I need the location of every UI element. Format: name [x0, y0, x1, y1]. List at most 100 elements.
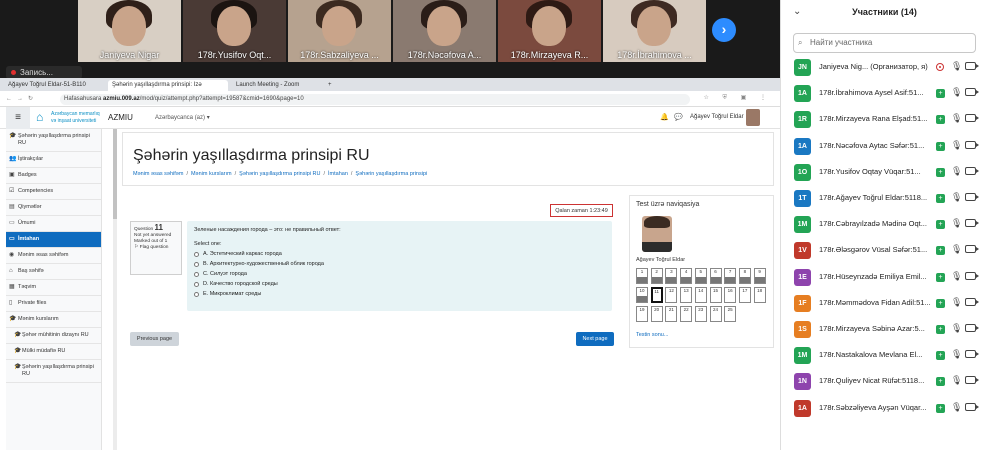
sidebar-item[interactable]: 🎓 Şəhərin yaşıllaşdırma prinsipi RU — [6, 360, 101, 383]
question-nav-button[interactable]: 9 — [753, 268, 766, 284]
video-tile[interactable]: 178r.Yusifov Oqt... — [183, 0, 286, 62]
next-page-button[interactable]: Next page — [576, 332, 614, 346]
sidebar-item[interactable]: ▭ İmtahan — [6, 232, 101, 248]
question-nav-button[interactable]: 17 — [738, 287, 751, 303]
question-nav-button[interactable]: 7 — [724, 268, 737, 284]
question-nav-button[interactable]: 12 — [665, 287, 678, 303]
answer-option[interactable]: D. Качество городской среды — [194, 279, 605, 289]
answer-option[interactable]: B. Архитектурно-художественный облик гор… — [194, 259, 605, 269]
question-nav-button[interactable]: 3 — [665, 268, 678, 284]
sidebar-item[interactable]: 🎓 Şəhərin yaşıllaşdırma prinsipi RU — [6, 129, 101, 152]
sidebar-item[interactable]: ▦ Təqvim — [6, 280, 101, 296]
radio-button[interactable] — [194, 251, 199, 257]
question-nav-button[interactable]: 23 — [694, 306, 707, 322]
scrollbar[interactable] — [113, 129, 117, 450]
video-tile[interactable]: 178r.İbrahimova ... — [603, 0, 706, 62]
sidebar-item[interactable]: ▭ Ümumi — [6, 216, 101, 232]
microphone-icon[interactable]: 🎙 — [951, 61, 962, 72]
radio-button[interactable] — [194, 281, 199, 287]
question-nav-button[interactable]: 25 — [724, 306, 737, 322]
sidebar-item[interactable]: 🎓 Mənim kurslarım — [6, 312, 101, 328]
microphone-icon[interactable]: 🎙 — [951, 113, 962, 124]
camera-icon[interactable] — [965, 140, 979, 149]
radio-button[interactable] — [194, 271, 199, 277]
camera-icon[interactable] — [965, 88, 979, 97]
camera-icon[interactable] — [965, 376, 979, 385]
previous-page-button[interactable]: Previous page — [130, 332, 179, 346]
browser-extension-icons[interactable]: ☆ ⛨ ▣ ⋮ — [703, 94, 772, 102]
question-nav-button[interactable]: 1 — [636, 268, 648, 284]
participant-search-input[interactable]: ⌕ Найти участника — [793, 33, 976, 53]
question-nav-button[interactable]: 10 — [636, 287, 648, 303]
chat-icon[interactable]: 💬 — [674, 113, 683, 121]
sidebar-item[interactable]: ▯ Private files — [6, 296, 101, 312]
video-tile[interactable]: Janiyeva Nigar — [78, 0, 181, 62]
breadcrumb-link[interactable]: Mənim kurslarım — [191, 171, 232, 177]
question-nav-button[interactable]: 18 — [753, 287, 766, 303]
microphone-icon[interactable]: 🎙 — [951, 297, 962, 308]
breadcrumb-link[interactable]: Şəhərin yaşıllaşdırma prinsipi — [355, 171, 427, 177]
browser-tab[interactable]: Launch Meeting - Zoom — [232, 80, 322, 91]
question-nav-button[interactable]: 14 — [694, 287, 707, 303]
microphone-icon[interactable]: 🎙 — [951, 244, 962, 255]
menu-icon[interactable]: ≡ — [6, 107, 30, 129]
camera-icon[interactable] — [965, 62, 979, 70]
radio-button[interactable] — [194, 261, 199, 267]
participant-row[interactable]: 1T 178r.Ağayev Toğrul Eldar:5118... + 🎙 — [781, 187, 987, 213]
question-nav-button[interactable]: 19 — [636, 306, 648, 322]
question-nav-button[interactable]: 2 — [650, 268, 663, 284]
question-nav-button[interactable]: 13 — [680, 287, 693, 303]
video-tile[interactable]: 178r.Sabzaliyeva ... — [288, 0, 391, 62]
microphone-icon[interactable]: 🎙 — [951, 87, 962, 98]
bell-icon[interactable]: 🔔 — [660, 113, 669, 121]
microphone-icon[interactable]: 🎙 — [951, 349, 962, 360]
url-field[interactable]: Hafasahusara azmiu.009.az/mod/quiz/attem… — [60, 94, 690, 105]
nav-arrows-icon[interactable]: ←→↻ — [6, 95, 38, 102]
scrollbar-thumb[interactable] — [113, 129, 117, 219]
participant-row[interactable]: 1F 178r.Məmmədova Fidan Adil:51... + 🎙 — [781, 292, 987, 318]
browser-tab[interactable]: Ağayev Toğrul Eldar-51-B110 — [4, 80, 104, 91]
sidebar-item[interactable]: 🎓 Mülki müdafiə RU — [6, 344, 101, 360]
participant-row[interactable]: 1M 178r.Nastakalova Mevlana El... + 🎙 — [781, 344, 987, 370]
sidebar-item[interactable]: 👥 İştirakçılar — [6, 152, 101, 168]
question-nav-button[interactable]: 21 — [665, 306, 678, 322]
sidebar-item[interactable]: ▤ Qiymətlər — [6, 200, 101, 216]
camera-icon[interactable] — [965, 219, 979, 228]
video-tile[interactable]: 178r.Mirzayeva R... — [498, 0, 601, 62]
camera-icon[interactable] — [965, 166, 979, 175]
answer-option[interactable]: E. Микроклимат среды — [194, 289, 605, 299]
flag-question[interactable]: ⚐ Flag question — [134, 245, 178, 251]
participant-row[interactable]: 1S 178r.Mirzayeva Səbinə Azar:5... + 🎙 — [781, 318, 987, 344]
answer-option[interactable]: A. Эстетический каркас города — [194, 249, 605, 259]
camera-icon[interactable] — [965, 402, 979, 411]
participant-row[interactable]: 1V 178r.Ələsgərov Vüsal Səfər:51... + 🎙 — [781, 239, 987, 265]
participant-row[interactable]: 1N 178r.Quliyev Nicat Rüfət:5118... + 🎙 — [781, 370, 987, 396]
chevron-right-icon[interactable]: › — [712, 18, 736, 42]
microphone-icon[interactable]: 🎙 — [951, 218, 962, 229]
breadcrumb-link[interactable]: Mənim əsas səhifəm — [133, 171, 183, 177]
camera-icon[interactable] — [965, 114, 979, 123]
question-nav-button[interactable]: 8 — [738, 268, 751, 284]
microphone-icon[interactable]: 🎙 — [951, 375, 962, 386]
question-nav-button[interactable]: 15 — [709, 287, 722, 303]
camera-icon[interactable] — [965, 193, 979, 201]
microphone-icon[interactable]: 🎙 — [951, 402, 962, 413]
microphone-icon[interactable]: 🎙 — [951, 140, 962, 151]
participant-row[interactable]: 1M 178r.Cəbrayılzadə Mədinə Oqt... + 🎙 — [781, 213, 987, 239]
microphone-icon[interactable]: 🎙 — [951, 323, 962, 334]
camera-icon[interactable] — [965, 271, 979, 280]
participant-row[interactable]: 1R 178r.Mirzayeva Rana Elşad:51... + 🎙 — [781, 108, 987, 134]
sidebar-item[interactable]: ⌂ Baş səhifə — [6, 264, 101, 280]
participant-row[interactable]: 1A 178r.Nəcəfova Aytac Səfər:51... + 🎙 — [781, 135, 987, 161]
breadcrumb-link[interactable]: İmtahan — [328, 171, 348, 177]
answer-option[interactable]: C. Силуэт города — [194, 269, 605, 279]
language-select[interactable]: Azərbaycanca (az) ▾ — [155, 114, 210, 121]
question-nav-button[interactable]: 5 — [694, 268, 707, 284]
camera-icon[interactable] — [965, 245, 979, 254]
site-name[interactable]: AZMIU — [108, 113, 133, 122]
sidebar-item[interactable]: ▣ Badges — [6, 168, 101, 184]
question-nav-button[interactable]: 16 — [724, 287, 737, 303]
breadcrumb-link[interactable]: Şəhərin yaşıllaşdırma prinsipi RU — [239, 171, 320, 177]
microphone-icon[interactable]: 🎙 — [951, 271, 962, 282]
radio-button[interactable] — [194, 291, 199, 297]
